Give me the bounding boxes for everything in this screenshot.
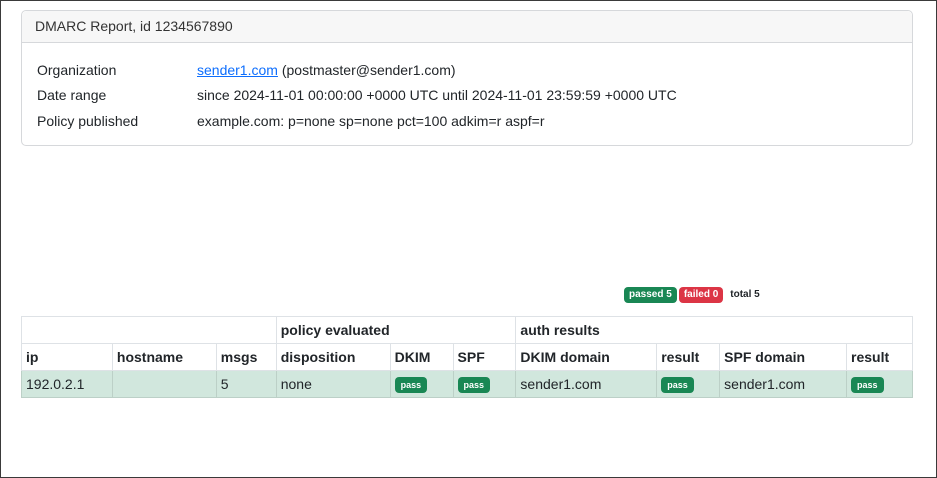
- dkim-pass-badge: pass: [394, 377, 428, 393]
- report-title: DMARC Report, id 1234567890: [22, 11, 912, 43]
- organization-link[interactable]: sender1.com: [197, 62, 278, 78]
- cell-spf-domain: sender1.com: [719, 370, 847, 398]
- spf-pass-badge: pass: [457, 377, 491, 393]
- column-header-disposition: disposition: [275, 343, 391, 371]
- table-row: 192.0.2.1 5 none pass pass sender1.com p…: [21, 370, 913, 398]
- column-header-dkim-domain: DKIM domain: [515, 343, 658, 371]
- cell-spf: pass: [452, 370, 517, 398]
- column-header-spf-result: result: [846, 343, 913, 371]
- organization-value: sender1.com (postmaster@sender1.com): [197, 60, 456, 80]
- group-header-row: policy evaluated auth results: [21, 316, 913, 344]
- date-range-row: Date range since 2024-11-01 00:00:00 +000…: [37, 85, 677, 105]
- dkim-result-pass-badge: pass: [661, 377, 694, 393]
- column-header-dkim-result: result: [656, 343, 721, 371]
- column-header-msgs: msgs: [215, 343, 277, 371]
- column-header-spf-domain: SPF domain: [719, 343, 847, 371]
- cell-dkim-result: pass: [656, 370, 721, 398]
- failed-badge: failed 0: [678, 287, 724, 303]
- date-range-label: Date range: [37, 87, 107, 103]
- column-header-spf: SPF: [452, 343, 517, 371]
- policy-row: Policy published example.com: p=none sp=n…: [37, 111, 545, 131]
- report-card: DMARC Report, id 1234567890 Organization…: [21, 10, 913, 146]
- column-header-row: ip hostname msgs disposition DKIM SPF DK…: [21, 343, 913, 371]
- cell-hostname: [111, 370, 217, 398]
- organization-label: Organization: [37, 62, 117, 78]
- cell-ip: 192.0.2.1: [21, 370, 113, 398]
- date-range-value: since 2024-11-01 00:00:00 +0000 UTC unti…: [197, 87, 677, 103]
- column-header-hostname: hostname: [111, 343, 217, 371]
- passed-badge: passed 5: [624, 287, 677, 303]
- cell-spf-result: pass: [846, 370, 913, 398]
- group-header-policy-evaluated: policy evaluated: [275, 316, 517, 344]
- column-header-ip: ip: [21, 343, 113, 371]
- policy-value: example.com: p=none sp=none pct=100 adki…: [197, 113, 545, 129]
- results-table: policy evaluated auth results ip hostnam…: [21, 316, 913, 398]
- cell-msgs: 5: [215, 370, 277, 398]
- group-header-empty: [21, 316, 277, 344]
- summary-badges: passed 5 failed 0 total 5: [624, 287, 767, 303]
- spf-result-pass-badge: pass: [851, 377, 884, 393]
- organization-row: Organization sender1.com (postmaster@send…: [37, 60, 456, 80]
- organization-email: (postmaster@sender1.com): [281, 62, 456, 78]
- cell-dkim: pass: [389, 370, 454, 398]
- column-header-dkim: DKIM: [389, 343, 454, 371]
- policy-label: Policy published: [37, 113, 139, 129]
- group-header-auth-results: auth results: [515, 316, 913, 344]
- cell-disposition: none: [275, 370, 391, 398]
- total-badge: total 5: [730, 289, 760, 300]
- cell-dkim-domain: sender1.com: [515, 370, 658, 398]
